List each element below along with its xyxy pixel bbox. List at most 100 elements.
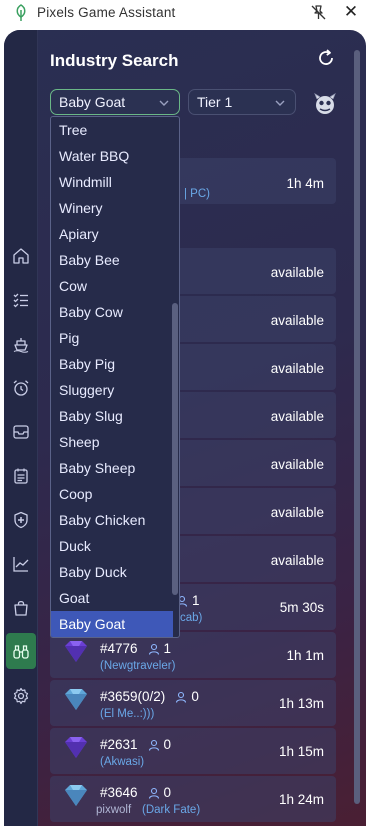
sidebar-item-shield[interactable] <box>4 502 38 538</box>
land-meta: #2631 0 <box>100 737 171 752</box>
sidebar-item-home[interactable] <box>4 238 38 274</box>
home-icon <box>13 248 29 264</box>
owner-label[interactable]: (Dark Fate) <box>142 804 200 816</box>
tier-select-value: Tier 1 <box>197 94 233 110</box>
sidebar-item-tasks[interactable] <box>4 282 38 318</box>
inbox-icon <box>13 425 29 439</box>
sidebar-item-calendar[interactable] <box>4 458 38 494</box>
dropdown-option[interactable]: Baby Cow <box>51 299 173 325</box>
alarm-clock-icon <box>13 380 29 396</box>
sidebar-item-timers[interactable] <box>4 370 38 406</box>
time-label: 1h 4m <box>286 176 324 191</box>
pin-off-icon[interactable] <box>310 4 327 21</box>
land-id: #2631 <box>100 737 138 752</box>
status-label: available <box>270 409 324 424</box>
sidebar-item-bag[interactable] <box>4 590 38 626</box>
dropdown-option[interactable]: Baby Sheep <box>51 455 173 481</box>
land-row[interactable]: #3659(0/2) 0 (El Me..:))) 1h 13m <box>50 680 336 726</box>
leaf-logo <box>16 4 26 21</box>
sidebar-item-stats[interactable] <box>4 546 38 582</box>
bag-icon <box>14 600 28 616</box>
page-scrollbar[interactable] <box>354 50 360 804</box>
industry-dropdown-menu: Tree Water BBQ Windmill Winery Apiary Ba… <box>50 116 180 638</box>
dropdown-option[interactable]: Baby Slug <box>51 403 173 429</box>
sidebar-item-industry-search[interactable] <box>6 633 36 669</box>
checklist-icon <box>13 293 28 308</box>
occupant-count: 0 <box>163 785 172 800</box>
dropdown-option[interactable]: Sluggery <box>51 377 173 403</box>
land-id: #3659(0/2) <box>100 689 166 704</box>
dropdown-option[interactable]: Sheep <box>51 429 173 455</box>
industry-select-value: Baby Goat <box>59 94 126 110</box>
owner-label[interactable]: (Newgtraveler) <box>100 660 175 672</box>
trend-chart-icon <box>13 557 29 572</box>
purple-gem-icon <box>65 641 87 662</box>
dropdown-option[interactable]: Winery <box>51 195 173 221</box>
land-meta: #3646 0 <box>100 785 171 800</box>
dropdown-option[interactable]: Goat <box>51 585 173 611</box>
status-label: available <box>270 457 324 472</box>
app-panel: Industry Search Baby Goat Tier 1 | PC) 1… <box>4 30 366 826</box>
close-icon[interactable]: ✕ <box>343 3 359 21</box>
owner-prefix: pixwolf <box>96 804 132 816</box>
time-label: 1h 24m <box>278 792 324 807</box>
window-titlebar: Pixels Game Assistant ✕ <box>0 0 368 26</box>
land-row[interactable]: #4776 1 (Newgtraveler) 1h 1m <box>50 632 336 678</box>
purple-gem-icon <box>65 737 87 758</box>
dropdown-option[interactable]: Windmill <box>51 169 173 195</box>
owner-label[interactable]: (Akwasi) <box>100 756 144 768</box>
chevron-down-icon <box>159 100 169 106</box>
ship-icon <box>13 338 29 353</box>
blue-gem-icon <box>65 785 87 806</box>
person-icon <box>148 787 159 799</box>
dropdown-option[interactable]: Cow <box>51 273 173 299</box>
dropdown-option[interactable]: Baby Duck <box>51 559 173 585</box>
chevron-down-icon <box>275 100 285 106</box>
dropdown-option[interactable]: Baby Bee <box>51 247 173 273</box>
status-label: available <box>270 505 324 520</box>
occupant-count: 0 <box>191 689 199 704</box>
status-label: available <box>270 265 324 280</box>
mascot-icon[interactable] <box>312 91 338 117</box>
person-icon <box>148 739 159 751</box>
dropdown-option[interactable]: Baby Pig <box>51 351 173 377</box>
land-id: #3646 <box>100 785 138 800</box>
dropdown-option[interactable]: Coop <box>51 481 173 507</box>
status-label: available <box>270 313 324 328</box>
dropdown-option[interactable]: Apiary <box>51 221 173 247</box>
status-label: available <box>270 361 324 376</box>
blue-gem-icon <box>65 689 87 710</box>
land-row[interactable]: #2631 0 (Akwasi) 1h 15m <box>50 728 336 774</box>
person-icon <box>176 691 187 703</box>
land-row[interactable]: #3646 0 pixwolf (Dark Fate) 1h 24m <box>50 776 336 822</box>
dropdown-option[interactable]: Tree <box>51 117 173 143</box>
page-title: Industry Search <box>50 51 179 70</box>
sidebar-item-ship[interactable] <box>4 326 38 362</box>
dropdown-option[interactable]: Water BBQ <box>51 143 173 169</box>
owner-label[interactable]: (El Me..:))) <box>100 708 154 720</box>
person-icon <box>148 643 159 655</box>
dropdown-scrollbar[interactable] <box>172 303 178 595</box>
tier-select[interactable]: Tier 1 <box>188 89 296 115</box>
time-label: 1h 1m <box>286 648 324 663</box>
status-label: available <box>270 553 324 568</box>
time-label: 5m 30s <box>279 600 324 615</box>
land-id: #4776 <box>100 641 138 656</box>
industry-select[interactable]: Baby Goat <box>50 89 180 115</box>
time-label: 1h 15m <box>278 744 324 759</box>
calendar-icon <box>14 468 28 484</box>
land-meta: #3659(0/2) 0 <box>100 689 199 704</box>
dropdown-option[interactable]: Pig <box>51 325 173 351</box>
sidebar-item-inbox[interactable] <box>4 414 38 450</box>
sidebar <box>4 30 38 826</box>
refresh-icon[interactable] <box>316 48 336 68</box>
sidebar-item-settings[interactable] <box>4 678 38 714</box>
land-meta: #4776 1 <box>100 641 171 656</box>
occupant-count: 0 <box>163 737 172 752</box>
dropdown-option[interactable]: Baby Chicken <box>51 507 173 533</box>
dropdown-option[interactable]: Duck <box>51 533 173 559</box>
dropdown-option-selected[interactable]: Baby Goat <box>51 611 173 637</box>
owner-label: | PC) <box>184 188 210 200</box>
occupant-count: 1 <box>192 593 200 608</box>
occupant-count: 1 <box>163 641 172 656</box>
